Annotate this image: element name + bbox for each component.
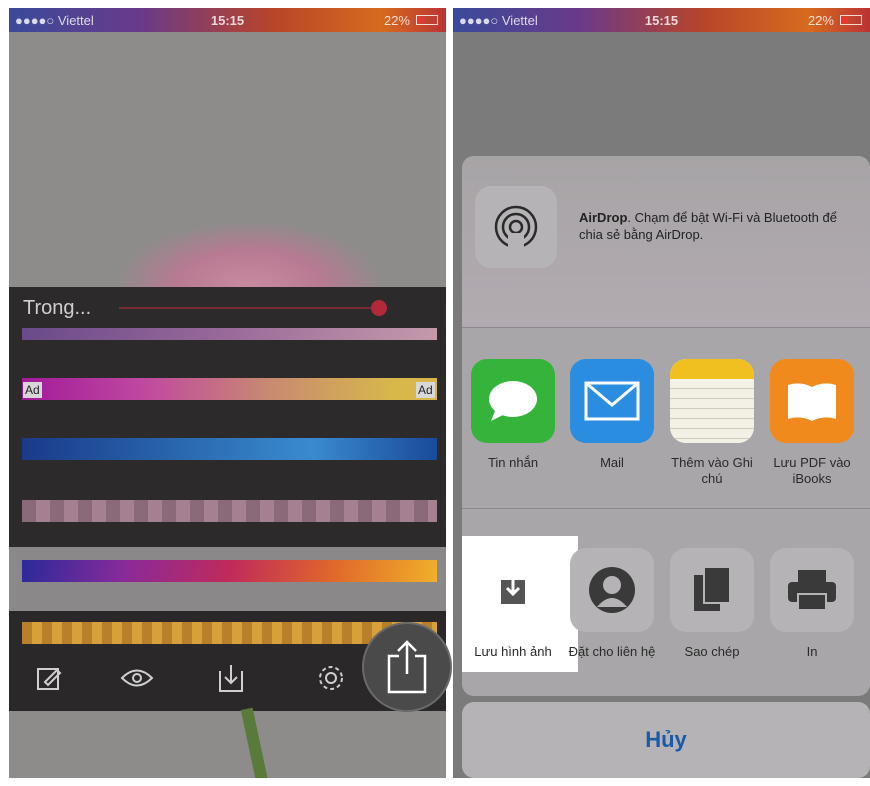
airdrop-description: AirDrop. Chạm để bật Wi-Fi và Bluetooth … <box>579 209 859 243</box>
status-bar: ●●●●○ Viettel 15:15 22% <box>453 8 870 32</box>
contact-icon <box>570 548 654 632</box>
print-icon <box>770 548 854 632</box>
gear-icon[interactable] <box>311 658 351 698</box>
airdrop-title: AirDrop <box>579 210 628 225</box>
clock: 15:15 <box>644 12 679 28</box>
battery-icon <box>416 15 438 25</box>
right-screen: ●●●●○ Viettel 15:15 22% AirDrop. Chạm để… <box>453 8 870 778</box>
share-ibooks-label: Lưu PDF vào iBooks <box>773 455 851 486</box>
share-messages[interactable]: Tin nhắn <box>463 359 563 471</box>
battery-icon <box>840 15 862 25</box>
mail-icon <box>570 359 654 443</box>
stripe-1[interactable] <box>22 328 437 340</box>
pencil-icon[interactable] <box>29 658 69 698</box>
action-print[interactable]: In <box>762 548 862 660</box>
copy-icon <box>670 548 754 632</box>
carrier-label: ●●●●○ Viettel <box>15 12 94 28</box>
opacity-label: Trong... <box>23 297 92 319</box>
stripe-ad[interactable] <box>22 378 437 400</box>
share-messages-label: Tin nhắn <box>487 455 539 470</box>
airdrop-icon[interactable] <box>475 186 557 268</box>
action-assign-contact-label: Đặt cho liên hệ <box>568 644 656 659</box>
opacity-slider-track[interactable] <box>119 307 377 309</box>
eye-icon[interactable] <box>117 658 157 698</box>
share-ibooks[interactable]: Lưu PDF vào iBooks <box>762 359 862 487</box>
notes-icon <box>670 359 754 443</box>
action-copy-label: Sao chép <box>684 644 740 659</box>
stripe-5[interactable] <box>22 560 437 582</box>
airdrop-row[interactable]: AirDrop. Chạm để bật Wi-Fi và Bluetooth … <box>462 156 870 328</box>
share-apps-row: Tin nhắn Mail Thêm vào Ghi chú Lưu PDF v… <box>462 329 870 509</box>
share-notes-label: Thêm vào Ghi chú <box>671 455 753 486</box>
stripe-3[interactable] <box>22 438 437 460</box>
action-save-image-label: Lưu hình ảnh <box>474 644 552 659</box>
action-save-image[interactable]: Lưu hình ảnh <box>462 536 578 672</box>
cancel-button[interactable]: Hủy <box>462 702 870 778</box>
action-print-label: In <box>806 644 818 659</box>
ad-label-right: Ad <box>416 382 435 398</box>
ad-label-left: Ad <box>23 382 42 398</box>
carrier-label: ●●●●○ Viettel <box>459 12 538 28</box>
ibooks-icon <box>770 359 854 443</box>
share-sheet: AirDrop. Chạm để bật Wi-Fi và Bluetooth … <box>462 156 870 696</box>
status-bar: ●●●●○ Viettel 15:15 22% <box>9 8 446 32</box>
share-actions-row: Lưu hình ảnh Đặt cho liên hệ Sao chép In <box>462 510 870 696</box>
download-icon[interactable] <box>211 658 251 698</box>
share-mail-label: Mail <box>600 455 624 470</box>
clock: 15:15 <box>210 12 245 28</box>
share-mail[interactable]: Mail <box>562 359 662 471</box>
action-copy[interactable]: Sao chép <box>662 548 762 660</box>
share-icon[interactable] <box>362 622 452 712</box>
battery-percent: 22% <box>383 12 410 28</box>
opacity-slider-knob[interactable] <box>371 300 387 316</box>
flower-stem <box>240 707 270 778</box>
share-notes[interactable]: Thêm vào Ghi chú <box>662 359 762 487</box>
save-image-icon <box>471 548 555 632</box>
battery-percent: 22% <box>807 12 834 28</box>
messages-icon <box>471 359 555 443</box>
stripe-4[interactable] <box>22 500 437 522</box>
action-assign-contact[interactable]: Đặt cho liên hệ <box>562 548 662 660</box>
